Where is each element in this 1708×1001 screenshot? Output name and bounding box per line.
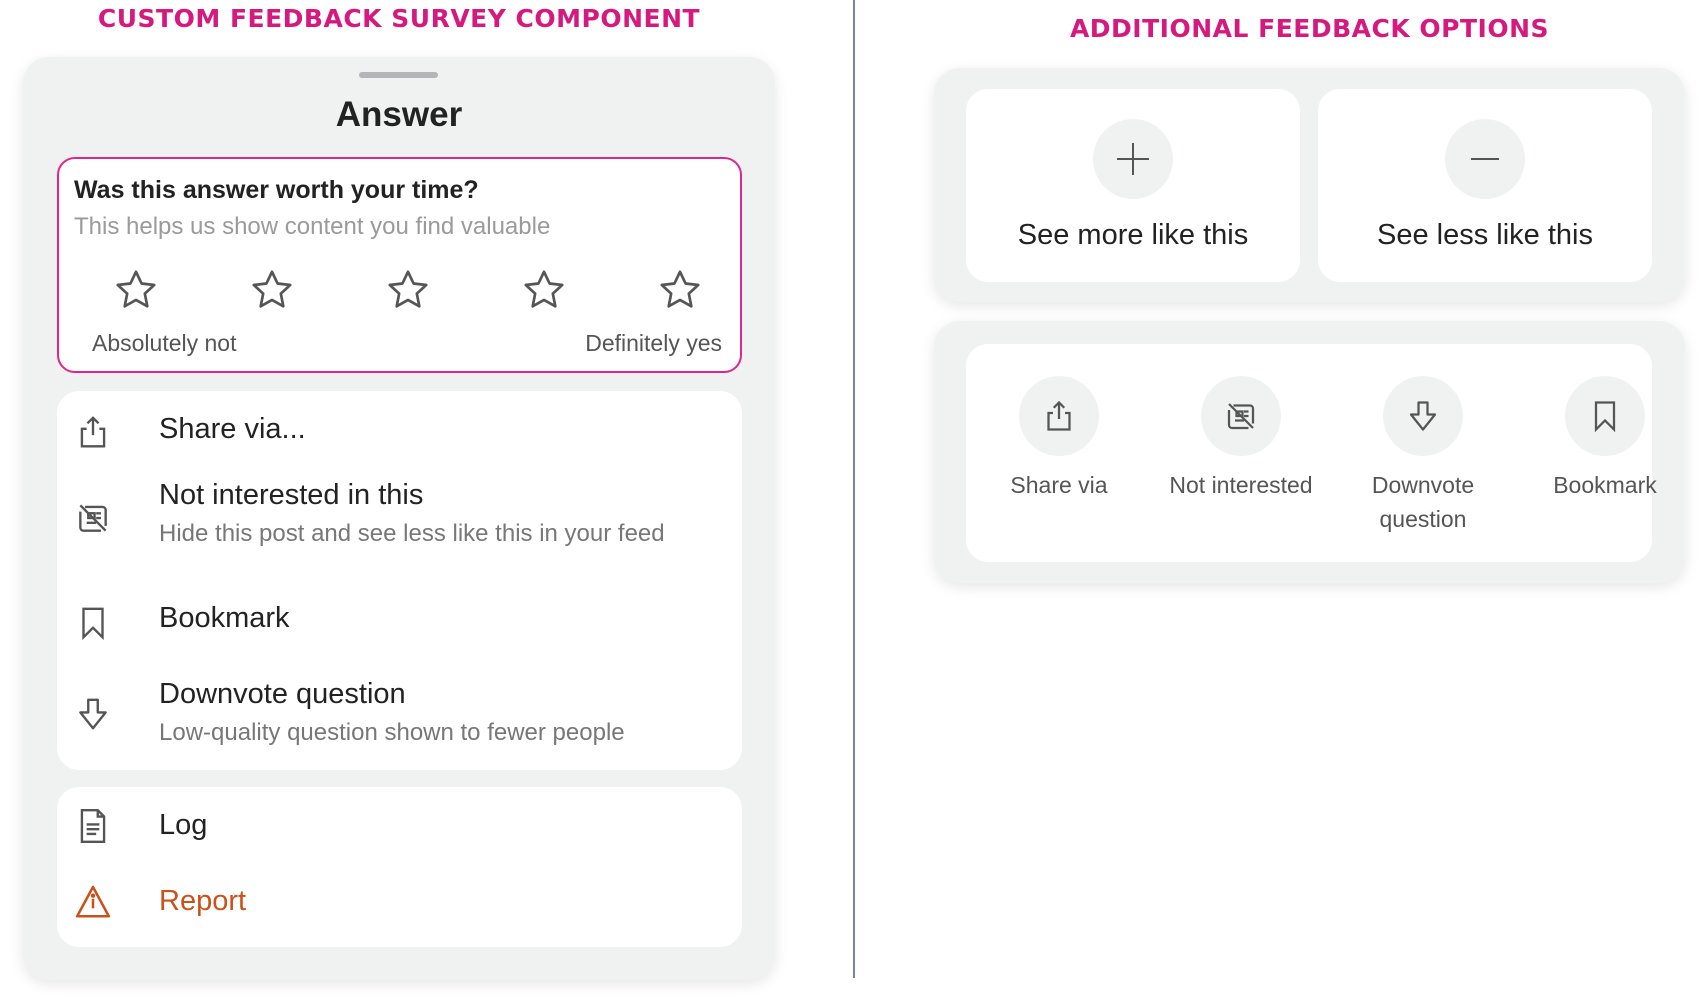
secondary-menu: Log Report xyxy=(57,787,742,947)
not-interested-icon xyxy=(79,504,107,532)
option-label: Bookmark xyxy=(1553,472,1657,498)
option-downvote[interactable]: Downvote question xyxy=(1333,376,1513,546)
section-divider xyxy=(853,0,855,978)
section-title-custom-survey: CUSTOM FEEDBACK SURVEY COMPONENT xyxy=(97,4,701,33)
survey-question: Was this answer worth your time? xyxy=(74,176,479,204)
feedback-survey: Was this answer worth your time? This he… xyxy=(57,157,742,373)
bookmark-icon xyxy=(1594,401,1616,433)
star-icon[interactable] xyxy=(657,267,703,313)
rating-label-high: Definitely yes xyxy=(585,330,722,356)
tile-label: See less like this xyxy=(1377,219,1593,251)
option-icon-circle xyxy=(1565,376,1645,456)
menu-item-description: Low-quality question shown to fewer peop… xyxy=(159,719,625,746)
option-icon-circle xyxy=(1201,376,1281,456)
menu-item-bookmark[interactable]: Bookmark xyxy=(57,571,742,651)
star-icon[interactable] xyxy=(385,267,431,313)
plus-icon xyxy=(1117,143,1149,175)
option-label: Share via xyxy=(1010,472,1108,498)
menu-item-description: Hide this post and see less like this in… xyxy=(159,520,665,547)
bookmark-icon xyxy=(82,607,104,641)
option-icon-circle xyxy=(1383,376,1463,456)
star-rating xyxy=(59,267,740,317)
log-icon xyxy=(80,808,106,844)
option-icon-circle xyxy=(1019,376,1099,456)
share-icon xyxy=(80,416,106,448)
drag-handle[interactable] xyxy=(359,72,438,78)
see-more-button[interactable]: See more like this xyxy=(966,89,1300,282)
menu-item-share[interactable]: Share via... xyxy=(57,391,742,471)
section-title-additional-options: ADDITIONAL FEEDBACK OPTIONS xyxy=(1069,14,1550,43)
survey-subtitle: This helps us show content you find valu… xyxy=(74,213,551,240)
menu-item-not-interested[interactable]: Not interested in this Hide this post an… xyxy=(57,471,742,571)
menu-item-label: Log xyxy=(159,809,208,841)
menu-item-label: Report xyxy=(159,885,247,917)
menu-item-log[interactable]: Log xyxy=(57,787,742,867)
preference-panel: See more like this See less like this xyxy=(934,68,1685,302)
options-panel: Share via Not interested Downvote questi… xyxy=(934,321,1685,583)
plus-icon-circle xyxy=(1093,119,1173,199)
sheet-title: Answer xyxy=(335,95,463,134)
menu-item-label: Downvote question xyxy=(159,678,406,710)
option-label: Downvote question xyxy=(1371,472,1475,532)
answer-bottom-sheet: Answer Was this answer worth your time? … xyxy=(23,57,775,980)
menu-item-label: Not interested in this xyxy=(159,479,424,511)
options-row: Share via Not interested Downvote questi… xyxy=(966,344,1657,562)
star-icon[interactable] xyxy=(249,267,295,313)
downvote-icon xyxy=(1409,401,1437,431)
menu-item-downvote[interactable]: Downvote question Low-quality question s… xyxy=(57,651,742,770)
not-interested-icon xyxy=(1227,403,1255,430)
warning-icon xyxy=(75,885,111,918)
action-menu: Share via... Not interested in this Hide… xyxy=(57,391,742,770)
menu-item-label: Share via... xyxy=(159,413,306,445)
see-less-button[interactable]: See less like this xyxy=(1318,89,1652,282)
downvote-icon xyxy=(79,698,107,730)
tile-label: See more like this xyxy=(1017,219,1249,251)
minus-icon-circle xyxy=(1445,119,1525,199)
share-icon xyxy=(1047,400,1071,431)
minus-icon xyxy=(1471,158,1499,160)
rating-label-low: Absolutely not xyxy=(92,330,237,356)
option-label: Not interested xyxy=(1169,472,1313,498)
star-icon[interactable] xyxy=(113,267,159,313)
option-not-interested[interactable]: Not interested xyxy=(1151,376,1331,546)
menu-item-report[interactable]: Report xyxy=(57,867,742,947)
option-bookmark[interactable]: Bookmark xyxy=(1515,376,1695,546)
star-icon[interactable] xyxy=(521,267,567,313)
menu-item-label: Bookmark xyxy=(159,602,290,634)
option-share[interactable]: Share via xyxy=(969,376,1149,546)
